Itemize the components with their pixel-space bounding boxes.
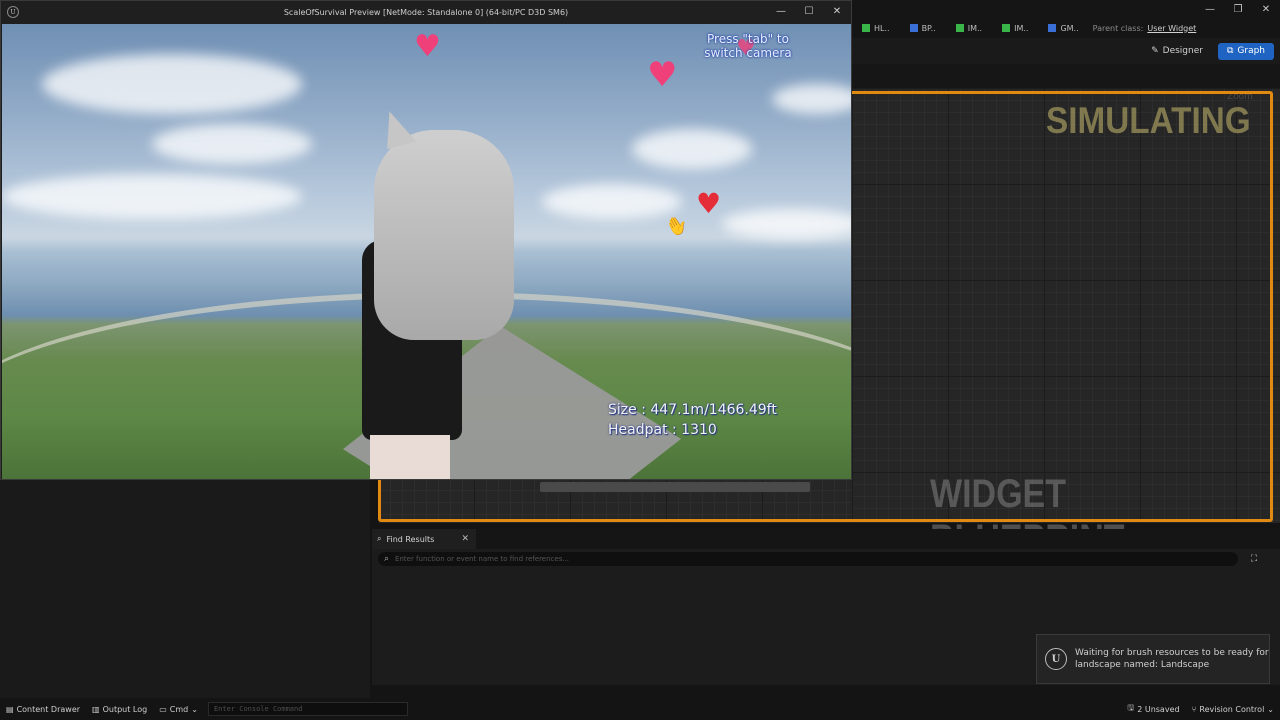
cloud (542, 184, 682, 219)
hand-cursor-icon: ✋ (662, 211, 693, 242)
camera-hint: Press "tab" to switch camera (704, 32, 792, 60)
parent-class-link[interactable]: User Widget (1147, 24, 1196, 33)
toast-message: Waiting for brush resources to be ready … (1075, 647, 1269, 671)
tab-find-results[interactable]: ⌕ Find Results ✕ (372, 529, 476, 549)
editor-asset-tabs: HL.. BP.. IM.. IM.. GM.. Parent class: Us… (852, 18, 1280, 38)
simulating-watermark: SIMULATING (1046, 100, 1251, 141)
terminal-icon: ▭ (159, 704, 167, 714)
asset-icon (862, 24, 870, 32)
binoculars-icon[interactable]: ⛶ (1245, 552, 1263, 566)
character-hair (374, 130, 514, 340)
maximize-button[interactable]: ☐ (795, 1, 823, 21)
player-character (356, 106, 536, 479)
character-ear (377, 106, 417, 150)
search-icon: ⌕ (384, 554, 390, 564)
unreal-logo-icon: U (1045, 648, 1067, 670)
cloud (42, 54, 302, 114)
editor-window-controls: — ❐ ✕ (1196, 0, 1280, 18)
restore-button[interactable]: ❐ (1224, 0, 1252, 18)
unsaved-button[interactable]: 🖫 2 Unsaved (1121, 698, 1185, 720)
cmd-dropdown[interactable]: ▭ Cmd ⌄ (153, 698, 204, 720)
stats-hud: Size : 447.1m/1466.49ft Headpat : 1310 (608, 400, 777, 440)
chevron-down-icon: ⌄ (1267, 704, 1274, 714)
cloud (772, 84, 851, 114)
cloud (632, 129, 752, 169)
pencil-icon: ✎ (1151, 46, 1159, 56)
mode-toolbar: ✎ Designer ⧉ Graph (852, 38, 1280, 64)
graph-icon: ⧉ (1226, 46, 1234, 56)
console-input[interactable]: Enter Console Command (207, 702, 408, 716)
asset-icon (909, 24, 918, 32)
close-button[interactable]: ✕ (823, 1, 851, 21)
asset-icon (955, 24, 964, 32)
heart-icon: ♥ (696, 187, 722, 220)
character-legs (370, 435, 450, 479)
cloud (2, 174, 302, 219)
parent-class: Parent class: User Widget (1092, 23, 1197, 33)
branch-icon: ⑂ (1191, 704, 1197, 714)
content-drawer-button[interactable]: ▤ Content Drawer (0, 698, 86, 720)
left-panel (0, 480, 370, 698)
search-icon: ⌕ (377, 534, 382, 543)
status-bar: ▤ Content Drawer ▥ Output Log ▭ Cmd ⌄ Enter … (0, 698, 1280, 720)
asset-icon (1048, 24, 1057, 32)
asset-tab-2[interactable]: BP.. (900, 18, 946, 38)
find-tab-bar (372, 529, 1280, 549)
cloud (152, 124, 312, 164)
heart-icon: ♥ (647, 55, 678, 95)
cloud (722, 209, 851, 239)
log-icon: ▥ (92, 704, 100, 714)
asset-tab-3[interactable]: IM.. (946, 18, 992, 38)
asset-tab-1[interactable]: HL.. (852, 18, 900, 38)
revision-control-button[interactable]: ⑂ Revision Control ⌄ (1186, 698, 1280, 720)
preview-window-title: ScaleOfSurvival Preview [NetMode: Standa… (283, 8, 569, 17)
asset-tab-5[interactable]: GM.. (1038, 18, 1088, 38)
save-icon: 🖫 (1127, 703, 1135, 712)
preview-window-controls: — ☐ ✕ (767, 1, 851, 21)
headpat-readout: Headpat : 1310 (608, 422, 717, 438)
game-preview-window: U ScaleOfSurvival Preview [NetMode: Stan… (0, 0, 852, 480)
chevron-down-icon: ⌄ (191, 704, 198, 714)
close-button[interactable]: ✕ (1252, 0, 1280, 18)
size-readout: Size : 447.1m/1466.49ft (608, 402, 777, 418)
drawer-icon: ▤ (6, 704, 14, 714)
heart-icon: ♥ (414, 29, 441, 64)
graph-mode-button[interactable]: ⧉ Graph (1217, 42, 1274, 60)
graph-horizontal-scrollbar[interactable] (540, 482, 810, 492)
game-viewport[interactable]: ♥ ♥ ♥ ♥ ✋ Press "tab" to switch camera S… (2, 24, 851, 479)
blueprint-graph[interactable] (852, 88, 1280, 523)
asset-icon (1002, 24, 1011, 32)
output-log-button[interactable]: ▥ Output Log (86, 698, 153, 720)
designer-mode-button[interactable]: ✎ Designer (1142, 43, 1212, 60)
close-tab-icon[interactable]: ✕ (461, 534, 469, 544)
minimize-button[interactable]: — (1196, 0, 1224, 18)
preview-title-bar[interactable]: U ScaleOfSurvival Preview [NetMode: Stan… (1, 1, 851, 24)
graph-breadcrumb-bar (852, 64, 1280, 88)
minimize-button[interactable]: — (767, 1, 795, 21)
notification-toast: U Waiting for brush resources to be read… (1036, 634, 1270, 684)
asset-tab-4[interactable]: IM.. (992, 18, 1038, 38)
find-search-input[interactable]: ⌕ Enter function or event name to find r… (378, 552, 1238, 566)
